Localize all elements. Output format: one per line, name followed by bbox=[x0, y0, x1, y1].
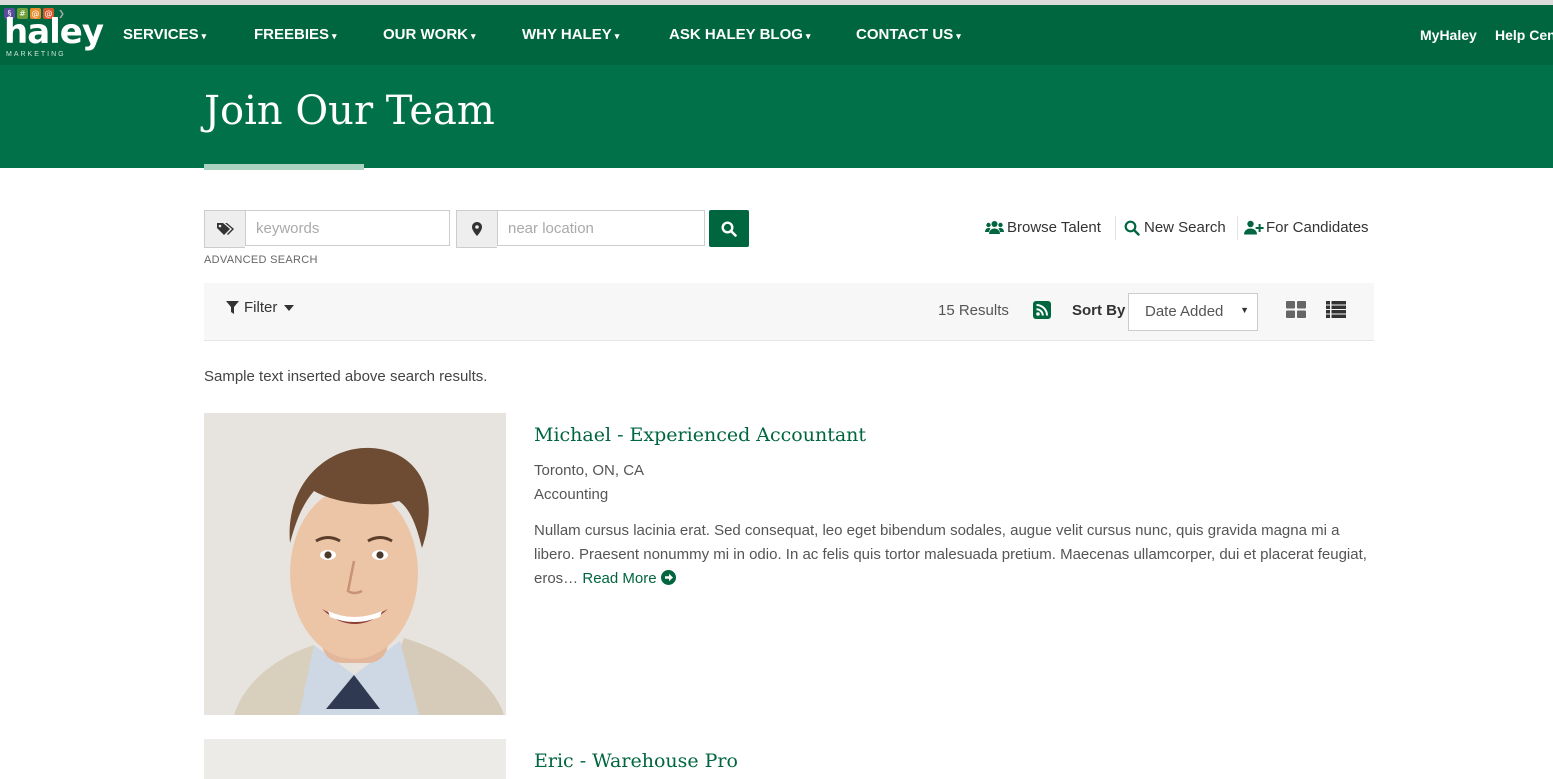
result-category: Accounting bbox=[534, 486, 609, 503]
sort-select[interactable]: Date Added ▼ bbox=[1128, 293, 1258, 331]
new-search-link[interactable]: New Search bbox=[1124, 219, 1226, 236]
logo-subtitle: MARKETING bbox=[6, 51, 66, 58]
result-title-link[interactable]: Eric - Warehouse Pro bbox=[534, 750, 738, 772]
filter-dropdown[interactable]: Filter bbox=[226, 299, 295, 316]
caret-down-icon: ▾ bbox=[614, 31, 620, 41]
filter-icon bbox=[226, 301, 239, 314]
caret-down-icon: ▾ bbox=[805, 31, 811, 41]
caret-down-icon: ▾ bbox=[471, 31, 476, 41]
search-button[interactable] bbox=[709, 210, 749, 247]
result-title-link[interactable]: Michael - Experienced Accountant bbox=[534, 424, 866, 446]
results-toolbar: Filter 15 Results Sort By Date Added ▼ bbox=[204, 283, 1374, 341]
rss-feed-icon[interactable] bbox=[1033, 301, 1051, 319]
tags-icon bbox=[204, 210, 245, 248]
nav-link-help-center[interactable]: Help Cen bbox=[1495, 27, 1553, 43]
new-search-label: New Search bbox=[1144, 219, 1226, 236]
candidate-photo[interactable] bbox=[204, 413, 506, 715]
keywords-group bbox=[204, 210, 450, 248]
nav-item-services[interactable]: SERVICES ▾ bbox=[123, 26, 206, 43]
nav-label: FREEBIES bbox=[254, 26, 330, 43]
sort-select-value: Date Added bbox=[1145, 303, 1224, 320]
result-description: Nullam cursus lacinia erat. Sed consequa… bbox=[534, 519, 1380, 591]
location-group bbox=[456, 210, 705, 248]
arrow-circle-right-icon bbox=[660, 570, 676, 585]
caret-down-icon: ▾ bbox=[201, 31, 207, 41]
caret-down-icon: ▾ bbox=[956, 31, 961, 41]
nav-item-ask-haley-blog[interactable]: ASK HALEY BLOG ▾ bbox=[669, 26, 810, 43]
for-candidates-label: For Candidates bbox=[1266, 219, 1369, 236]
nav-item-our-work[interactable]: OUR WORK ▾ bbox=[383, 26, 476, 43]
logo-wordmark: haley bbox=[4, 12, 104, 52]
location-input[interactable] bbox=[497, 210, 705, 246]
for-candidates-link[interactable]: For Candidates bbox=[1244, 219, 1369, 236]
filter-label: Filter bbox=[244, 299, 278, 316]
title-underline bbox=[204, 164, 364, 170]
link-divider bbox=[1115, 216, 1116, 240]
nav-item-why-haley[interactable]: WHY HALEY ▾ bbox=[522, 26, 619, 43]
browse-talent-link[interactable]: Browse Talent bbox=[985, 219, 1101, 236]
list-view-icon[interactable] bbox=[1326, 301, 1346, 323]
nav-label: CONTACT US bbox=[856, 26, 954, 43]
results-count: 15 Results bbox=[938, 302, 1009, 319]
read-more-link[interactable]: Read More bbox=[582, 570, 676, 587]
nav-label: ASK HALEY BLOG bbox=[669, 26, 803, 43]
sample-text: Sample text inserted above search result… bbox=[204, 368, 488, 385]
nav-label: OUR WORK bbox=[383, 26, 468, 43]
search-icon bbox=[721, 220, 737, 237]
candidate-photo[interactable] bbox=[204, 739, 506, 779]
nav-item-freebies[interactable]: FREEBIES ▾ bbox=[254, 26, 337, 43]
keywords-input[interactable] bbox=[245, 210, 450, 246]
grid-view-icon[interactable] bbox=[1286, 301, 1306, 323]
user-plus-icon bbox=[1244, 220, 1264, 235]
caret-down-icon: ▼ bbox=[1240, 305, 1249, 315]
read-more-label: Read More bbox=[582, 570, 657, 587]
users-icon bbox=[985, 221, 1004, 234]
page-title: Join Our Team bbox=[204, 88, 495, 134]
nav-label: SERVICES bbox=[123, 26, 199, 43]
link-divider bbox=[1237, 216, 1238, 240]
advanced-search-link[interactable]: ADVANCED SEARCH bbox=[204, 254, 318, 266]
result-location: Toronto, ON, CA bbox=[534, 462, 645, 479]
haley-logo[interactable]: § # @ @ ❯ haley MARKETING bbox=[4, 8, 104, 62]
nav-link-myhaley[interactable]: MyHaley bbox=[1420, 27, 1477, 43]
search-icon bbox=[1124, 220, 1140, 236]
nav-label: WHY HALEY bbox=[522, 26, 612, 43]
caret-down-icon bbox=[284, 304, 295, 311]
nav-item-contact-us[interactable]: CONTACT US ▾ bbox=[856, 26, 961, 43]
caret-down-icon: ▾ bbox=[332, 31, 337, 41]
sort-by-label: Sort By bbox=[1072, 302, 1126, 319]
map-marker-icon bbox=[456, 210, 497, 248]
browse-talent-label: Browse Talent bbox=[1007, 219, 1101, 236]
